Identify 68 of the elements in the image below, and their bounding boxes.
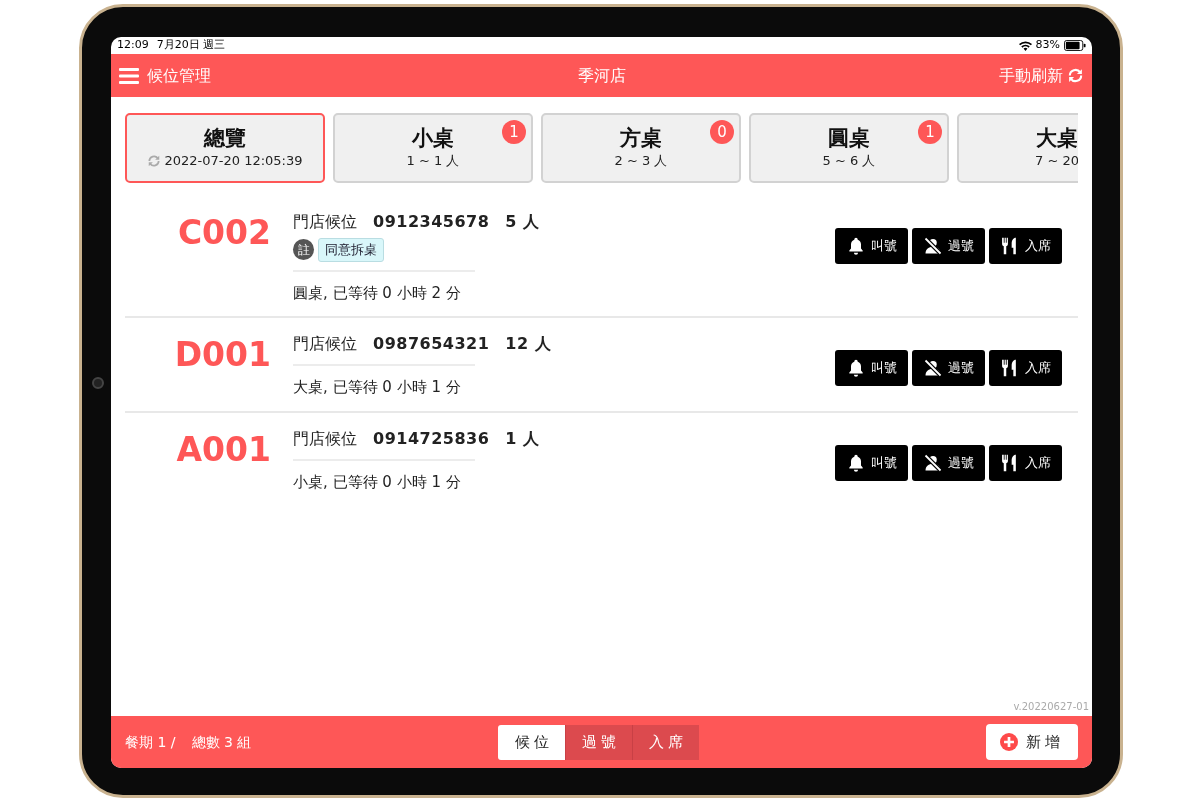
status-tab[interactable]: 候位 — [498, 724, 566, 760]
call-button[interactable]: 叫號 — [835, 350, 908, 386]
party-range: 7 ~ 20 — [1035, 151, 1078, 170]
status-tab[interactable]: 過號 — [565, 724, 633, 760]
status-time: 12:09 — [117, 37, 149, 54]
seat-button[interactable]: 入席 — [989, 228, 1062, 264]
seat-button[interactable]: 入席 — [989, 350, 1062, 386]
add-button[interactable]: 新增 — [986, 724, 1078, 760]
tab-title: 小桌 — [412, 125, 454, 151]
bell-icon — [846, 236, 866, 256]
wait-status: 圓桌, 已等待 0 小時 2 分 — [293, 282, 462, 304]
plus-circle-icon — [1000, 733, 1018, 751]
category-tab[interactable]: 小桌 1 ~ 1 人 1 — [333, 113, 533, 183]
phone-number: 0914725836 — [373, 427, 490, 450]
wait-status: 大桌, 已等待 0 小時 1 分 — [293, 377, 462, 398]
ticket-number: C002 — [176, 212, 271, 254]
party-size: 1 人 — [505, 427, 540, 450]
camera-lens — [92, 377, 104, 389]
status-tab[interactable]: 入席 — [632, 724, 700, 760]
skip-button[interactable]: 過號 — [912, 350, 985, 386]
ticket-number: D001 — [173, 334, 271, 376]
party-range: 2 ~ 3 人 — [614, 151, 668, 170]
queue-source: 門店候位 — [293, 333, 357, 355]
party-range: 1 ~ 1 人 — [406, 151, 460, 170]
person-slash-icon — [923, 358, 943, 378]
party-size: 12 人 — [505, 333, 552, 355]
tab-title: 方桌 — [620, 125, 662, 151]
battery-icon — [1064, 40, 1086, 51]
seat-button[interactable]: 入席 — [989, 444, 1062, 481]
store-name: 季河店 — [577, 64, 626, 87]
category-tab[interactable]: 大桌 7 ~ 20 — [957, 113, 1078, 183]
queue-source: 門店候位 — [293, 211, 357, 233]
total-groups: 總數 3 組 — [191, 731, 252, 753]
refresh-icon — [147, 153, 162, 168]
person-slash-icon — [923, 236, 943, 256]
count-badge: 1 — [502, 120, 526, 144]
party-range: 5 ~ 6 人 — [822, 151, 876, 170]
party-size: 5 人 — [505, 211, 540, 233]
ticket-number: A001 — [175, 428, 271, 471]
tab-title: 大桌 — [1036, 125, 1078, 151]
category-tab[interactable]: 方桌 2 ~ 3 人 0 — [541, 113, 741, 183]
queue-source: 門店候位 — [293, 427, 357, 450]
phone-number: 0987654321 — [373, 333, 490, 355]
tab-title: 圓桌 — [828, 125, 870, 151]
version-label: v.20220627-01 — [1012, 700, 1090, 714]
battery-level: 83% — [1035, 37, 1060, 54]
meal-period: 餐期 1 / — [125, 732, 176, 752]
bell-icon — [846, 358, 866, 378]
note-tag: 同意拆桌 — [318, 238, 384, 262]
wifi-icon — [1018, 40, 1032, 51]
person-slash-icon — [923, 452, 943, 473]
phone-number: 0912345678 — [373, 211, 490, 233]
tab-title: 總覽 — [204, 125, 246, 151]
category-tab[interactable]: 總覽 2022-07-20 12:05:39 — [125, 113, 325, 183]
call-button[interactable]: 叫號 — [835, 228, 908, 264]
wait-status: 小桌, 已等待 0 小時 1 分 — [293, 471, 462, 493]
menu-icon — [119, 67, 139, 84]
skip-button[interactable]: 過號 — [912, 444, 985, 481]
update-time: 2022-07-20 12:05:39 — [164, 151, 303, 170]
bell-icon — [846, 452, 866, 473]
status-date: 7月20日 週三 — [156, 37, 226, 54]
category-tab[interactable]: 圓桌 5 ~ 6 人 1 — [749, 113, 949, 183]
note-marker: 註 — [293, 239, 314, 261]
count-badge: 0 — [710, 120, 734, 144]
refresh-icon — [1067, 67, 1084, 84]
skip-button[interactable]: 過號 — [912, 228, 985, 264]
call-button[interactable]: 叫號 — [835, 444, 908, 481]
count-badge: 1 — [918, 120, 942, 144]
